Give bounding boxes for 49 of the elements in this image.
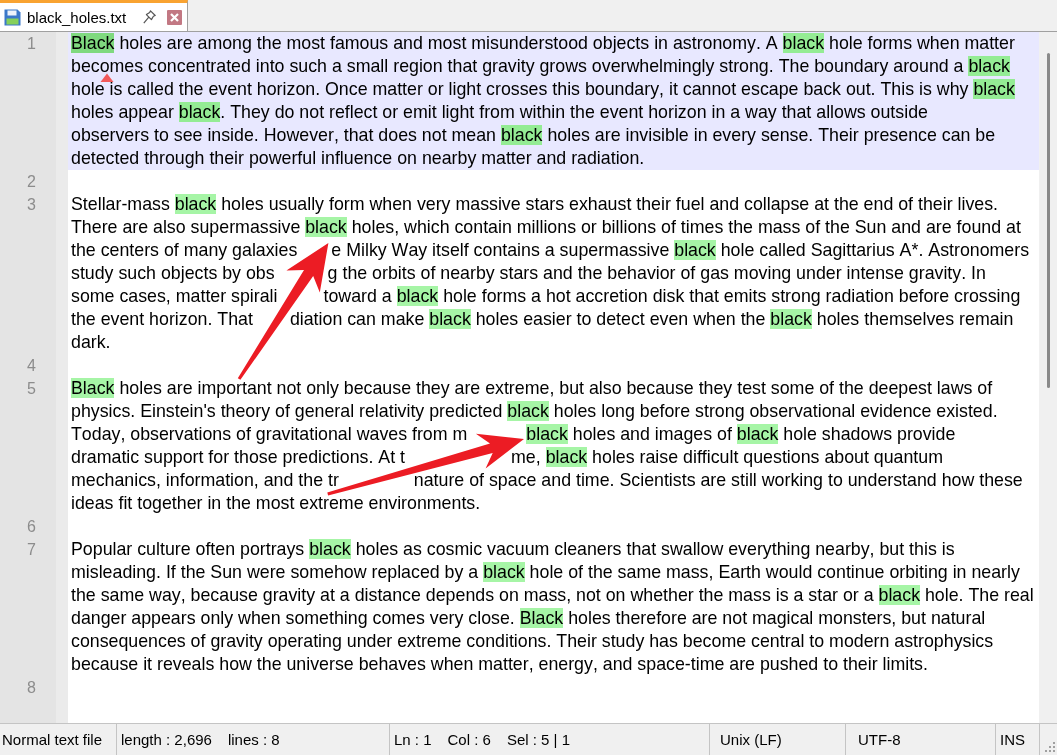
text-line: observers to see inside. However, that does not mean black holes are invisible in every sense. Their presence can be	[71, 124, 996, 147]
text-line: dramatic support for those predictions. At t me, black holes raise difficult questions about quantum	[71, 446, 943, 469]
text-line: mechanics, information, and the tr nature of space and time. Scientists are still working to understand how these	[71, 469, 1023, 492]
status-bar-text: Col : 6	[447, 731, 491, 748]
vertical-scrollbar[interactable]	[1039, 32, 1057, 723]
line-number: 6	[26, 517, 37, 537]
text-line: consequences of gravity operating under extreme conditions. Their study has become central to modern astrophysics	[71, 630, 994, 653]
line-number: 2	[26, 172, 37, 192]
triangle-icon	[100, 73, 114, 82]
text-line: Today, observations of gravitational waves from m black holes and images of black hole shadows provide	[71, 423, 956, 446]
status-bar-text: length : 2,696	[121, 731, 212, 748]
text-line: the same way, because gravity at a distance depends on mass, not on whether the mass is a star or a black hole. The real	[71, 584, 1034, 607]
pin-icon[interactable]	[143, 10, 156, 24]
text-line: Black holes are important not only because they are extreme, but also because they test some of the deepest laws of	[71, 377, 993, 400]
line-number: 1	[26, 34, 37, 54]
text-line: the centers of many galaxies e Milky Way itself contains a supermassive black hole called Sagittarius A*. Astronomers	[71, 239, 1030, 262]
close-icon[interactable]	[167, 9, 182, 25]
line-number: 4	[26, 356, 37, 376]
text-line: hole is called the event horizon. Once matter or light crosses this boundary, it cannot escape back out. This is why black	[71, 78, 1015, 101]
status-bar-text: Ln : 1	[394, 731, 432, 748]
text-line: ideas fit together in the most extreme environments.	[71, 492, 481, 515]
line-number: 7	[26, 540, 37, 560]
text-line: because it reveals how the universe behaves when matter, energy, and space-time are pushed to their limits.	[71, 653, 928, 676]
status-bar-text: UTF-8	[858, 731, 901, 748]
text-line: misleading. If the Sun were somehow replaced by a black hole of the same mass, Earth would continue orbiting in nearly	[71, 561, 1020, 584]
text-line: Popular culture often portrays black holes as cosmic vacuum cleaners that swallow everything nearby, but this is	[71, 538, 955, 561]
text-line: some cases, matter spirali toward a black hole forms a hot accretion disk that emits strong radiation before crossing	[71, 285, 1021, 308]
text-line: the event horizon. That diation can make black holes easier to detect even when the black holes themselves remain	[71, 308, 1014, 331]
status-bar-text: lines : 8	[227, 731, 280, 748]
text-line: There are also supermassive black holes, which contain millions or billions of times the mass of the Sun and are found at	[71, 216, 1021, 239]
text-line: holes appear black. They do not reflect or emit light from within the event horizon in a way that allows outside	[71, 101, 928, 124]
text-line: Stellar-mass black holes usually form when very massive stars exhaust their fuel and collapse at the end of their lives.	[71, 193, 999, 216]
line-number: 3	[26, 195, 37, 215]
line-number: 8	[26, 678, 37, 698]
text-line: detected through their powerful influence on nearby matter and radiation.	[71, 147, 645, 170]
file-tab[interactable]: black_holes.txt	[0, 0, 188, 31]
status-bar-text: INS	[1000, 731, 1025, 748]
text-line: dark.	[71, 331, 111, 354]
status-bar-text: Sel : 5 | 1	[506, 731, 570, 748]
text-line: becomes concentrated into such a small region that gravity grows overwhelmingly strong. The boundary around a black	[71, 55, 1010, 78]
status-bar-text: Unix (LF)	[720, 731, 782, 748]
scrollbar-thumb[interactable]	[1047, 53, 1050, 388]
text-line: study such objects by obs g the orbits of nearby stars and the behavior of gas moving under intense gravity. In	[71, 262, 986, 285]
line-number: 5	[26, 379, 37, 399]
text-line: physics. Einstein's theory of general relativity predicted black holes long before strong observational evidence existed.	[71, 400, 998, 423]
resize-grip-icon[interactable]	[1045, 742, 1055, 752]
text-line: Black holes are among the most famous and most misunderstood objects in astronomy. A black hole forms when matter	[71, 32, 1015, 55]
text-line: danger appears only when something comes very close. Black holes therefore are not magical monsters, but natural	[71, 607, 986, 630]
status-bar-text: Normal text file	[2, 731, 103, 748]
